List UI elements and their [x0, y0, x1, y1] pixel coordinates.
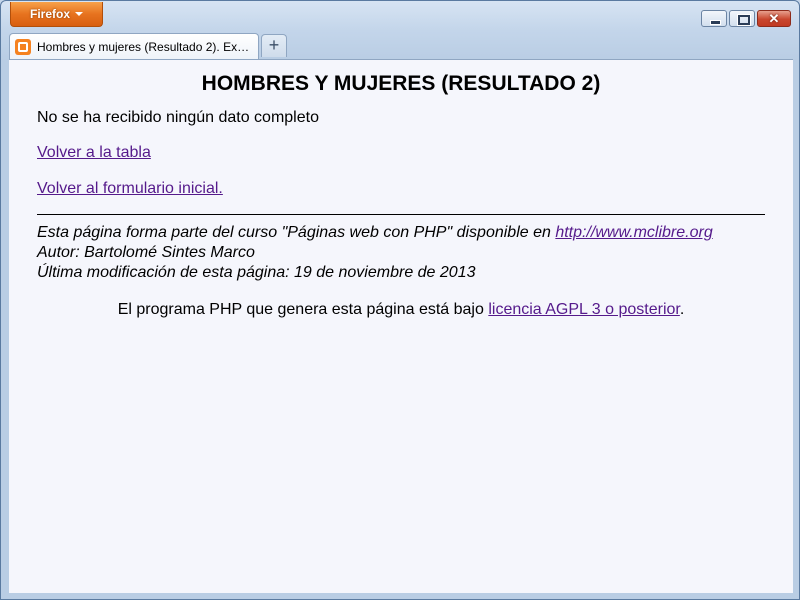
license-prefix: El programa PHP que genera esta página e… — [117, 301, 489, 318]
back-to-table-paragraph: Volver a la tabla — [37, 144, 793, 162]
window-controls: ✕ — [701, 10, 791, 27]
minimize-button[interactable] — [701, 10, 727, 27]
close-window-button[interactable]: ✕ — [757, 10, 791, 27]
author-line: Autor: Bartolomé Sintes Marco — [37, 244, 255, 261]
modified-line: Última modificación de esta página: 19 d… — [37, 264, 476, 281]
license-suffix: . — [679, 301, 685, 318]
back-to-table-link[interactable]: Volver a la tabla — [37, 144, 151, 161]
tab-title: Hombres y mujeres (Resultado 2). Exám... — [37, 39, 255, 54]
firefox-menu-label: Firefox — [29, 7, 70, 21]
new-tab-button[interactable]: + — [261, 34, 287, 57]
page-content: HOMBRES Y MUJERES (RESULTADO 2) No se ha… — [9, 59, 793, 593]
license-link[interactable]: licencia AGPL 3 o posterior — [488, 301, 680, 318]
browser-window: Firefox ✕ Hombres y mujeres (Resultado 2… — [0, 0, 800, 600]
dropdown-arrow-icon — [75, 11, 83, 16]
maximize-button[interactable] — [729, 10, 755, 27]
license-line: El programa PHP que genera esta página e… — [9, 301, 793, 319]
status-message: No se ha recibido ningún dato completo — [37, 109, 319, 126]
page-title: HOMBRES Y MUJERES (RESULTADO 2) — [201, 72, 601, 95]
favicon-icon — [15, 38, 31, 55]
course-line: Esta página forma parte del curso "Págin… — [37, 223, 793, 243]
tab-strip: Hombres y mujeres (Resultado 2). Exám...… — [1, 30, 800, 59]
course-link[interactable]: http://www.mclibre.org — [555, 224, 712, 241]
close-icon: ✕ — [768, 11, 780, 26]
footer-divider — [37, 214, 765, 215]
back-to-form-paragraph: Volver al formulario inicial. — [37, 180, 793, 198]
back-to-form-link[interactable]: Volver al formulario inicial. — [37, 180, 223, 197]
firefox-menu-button[interactable]: Firefox — [10, 2, 103, 27]
page-footer: Esta página forma parte del curso "Págin… — [37, 223, 793, 283]
course-text: Esta página forma parte del curso "Págin… — [37, 224, 556, 241]
tab-current[interactable]: Hombres y mujeres (Resultado 2). Exám... — [9, 33, 259, 59]
